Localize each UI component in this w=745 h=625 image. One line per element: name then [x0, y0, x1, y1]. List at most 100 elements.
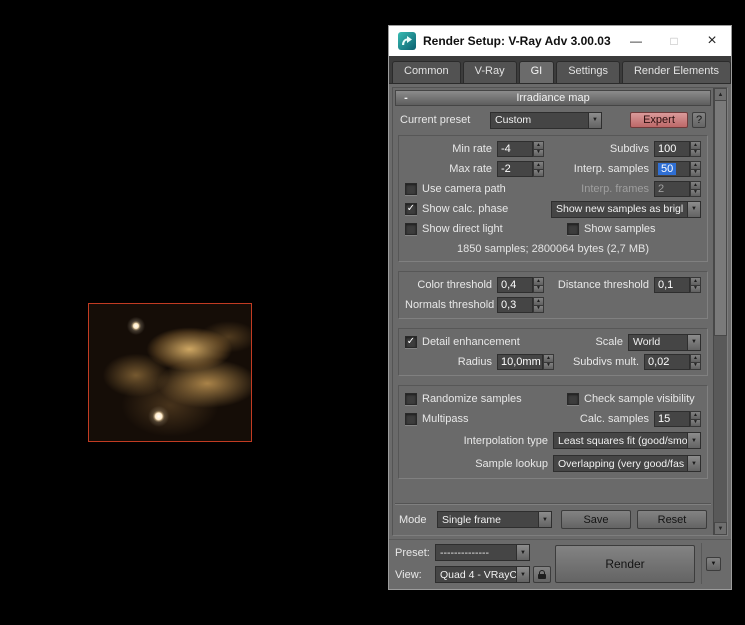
distance-threshold-spinner[interactable]: ▲▼ — [690, 277, 701, 293]
tab-settings[interactable]: Settings — [556, 61, 620, 83]
tab-vray[interactable]: V-Ray — [463, 61, 517, 83]
spinner-down-icon[interactable]: ▼ — [690, 419, 701, 428]
minimize-button[interactable]: — — [617, 26, 655, 56]
view-row: View: Quad 4 - VRayC ▼ — [395, 566, 551, 584]
sample-lookup-row: Sample lookup Overlapping (very good/fas… — [402, 452, 704, 475]
subdivs-mult-spinner[interactable]: ▲▼ — [690, 354, 701, 370]
mode-label: Mode — [399, 514, 431, 526]
normals-threshold-row: Normals threshold 0,3▲▼ — [402, 295, 704, 315]
tab-bar: Common V-Ray GI Settings Render Elements — [389, 56, 731, 84]
reset-button[interactable]: Reset — [637, 510, 707, 529]
preset-dropdown[interactable]: -------------- ▼ — [435, 544, 530, 561]
tab-common[interactable]: Common — [392, 61, 461, 83]
scroll-thumb[interactable] — [714, 101, 727, 336]
dropdown-value: -------------- — [436, 547, 516, 559]
subdivs-spinner[interactable]: ▲▼ — [690, 141, 701, 157]
spinner-down-icon[interactable]: ▼ — [533, 149, 544, 158]
title-bar[interactable]: Render Setup: V-Ray Adv 3.00.03 — □ × — [389, 26, 731, 56]
normals-threshold-spinner[interactable]: ▲▼ — [533, 297, 544, 313]
subdivs-label: Subdivs — [544, 143, 654, 155]
scroll-down-button[interactable]: ▼ — [714, 522, 727, 535]
help-button[interactable]: ? — [692, 112, 706, 128]
check-sample-visibility-label: Check sample visibility — [579, 393, 695, 405]
interpolation-type-dropdown[interactable]: Least squares fit (good/smo ▼ — [553, 432, 701, 449]
radius-field[interactable]: 10,0mm▲▼ — [497, 354, 554, 370]
interp-samples-spinner[interactable]: ▲▼ — [690, 161, 701, 177]
subdivs-field[interactable]: 100▲▼ — [654, 141, 701, 157]
render-button[interactable]: Render — [555, 545, 695, 583]
show-direct-light-row: Show direct light Show samples — [402, 219, 704, 239]
normals-threshold-label: Normals threshold — [405, 299, 497, 311]
randomize-samples-checkbox[interactable] — [405, 393, 417, 405]
detail-enhancement-checkbox[interactable]: ✓ — [405, 336, 417, 348]
distance-threshold-field[interactable]: 0,1▲▼ — [654, 277, 701, 293]
check-sample-visibility-checkbox[interactable] — [567, 393, 579, 405]
show-samples-checkbox[interactable] — [567, 223, 579, 235]
color-threshold-spinner[interactable]: ▲▼ — [533, 277, 544, 293]
chevron-down-icon: ▼ — [687, 335, 700, 350]
render-flyout-button[interactable]: ▼ — [706, 557, 721, 571]
maximize-button[interactable]: □ — [655, 26, 693, 56]
color-threshold-field[interactable]: 0,4▲▼ — [497, 277, 544, 293]
interpolation-type-label: Interpolation type — [405, 435, 553, 447]
normals-threshold-field[interactable]: 0,3▲▼ — [497, 297, 544, 313]
interp-frames-label: Interp. frames — [506, 183, 654, 195]
spinner-down-icon[interactable]: ▼ — [690, 149, 701, 158]
scale-dropdown[interactable]: World ▼ — [628, 334, 701, 351]
save-button[interactable]: Save — [561, 510, 631, 529]
spinner-down-icon[interactable]: ▼ — [690, 285, 701, 294]
rollout-header[interactable]: - Irradiance map — [395, 90, 711, 106]
show-calc-phase-checkbox[interactable]: ✓ — [405, 203, 417, 215]
subdivs-mult-field[interactable]: 0,02▲▼ — [644, 354, 701, 370]
check-visibility-group: Check sample visibility — [567, 393, 701, 405]
tab-gi[interactable]: GI — [519, 61, 555, 83]
chevron-down-icon: ▼ — [687, 202, 700, 217]
spinner-down-icon[interactable]: ▼ — [533, 285, 544, 294]
chevron-down-icon: ▼ — [538, 512, 551, 527]
sample-lookup-dropdown[interactable]: Overlapping (very good/fas ▼ — [553, 455, 701, 472]
close-button[interactable]: × — [693, 26, 731, 56]
show-new-samples-dropdown[interactable]: Show new samples as brigl ▼ — [551, 201, 701, 218]
chevron-down-icon: ▼ — [588, 113, 601, 128]
interp-samples-label: Interp. samples — [544, 163, 654, 175]
current-preset-dropdown[interactable]: Custom ▼ — [490, 112, 602, 129]
show-direct-light-checkbox[interactable] — [405, 223, 417, 235]
spinner-down-icon[interactable]: ▼ — [690, 189, 701, 198]
scroll-track[interactable] — [714, 336, 727, 522]
mode-dropdown[interactable]: Single frame ▼ — [437, 511, 552, 528]
expert-button[interactable]: Expert — [630, 112, 688, 128]
render-bar: Preset: -------------- ▼ View: Quad 4 - … — [389, 539, 731, 589]
min-rate-spinner[interactable]: ▲▼ — [533, 141, 544, 157]
max-rate-field[interactable]: -2▲▼ — [497, 161, 544, 177]
interp-samples-field[interactable]: 50▲▼ — [654, 161, 701, 177]
subdivs-mult-label: Subdivs mult. — [554, 356, 644, 368]
scroll-up-button[interactable]: ▲ — [714, 88, 727, 101]
dropdown-value: Custom — [491, 114, 588, 126]
radius-spinner[interactable]: ▲▼ — [543, 354, 554, 370]
use-camera-path-checkbox[interactable] — [405, 183, 417, 195]
collapse-icon[interactable]: - — [400, 91, 412, 105]
min-rate-label: Min rate — [405, 143, 497, 155]
color-threshold-row: Color threshold 0,4▲▼ Distance threshold… — [402, 275, 704, 295]
color-threshold-label: Color threshold — [405, 279, 497, 291]
min-rate-field[interactable]: -4▲▼ — [497, 141, 544, 157]
scrollbar[interactable]: ▲ ▼ — [713, 88, 727, 535]
interp-frames-field[interactable]: 2▲▼ — [654, 181, 701, 197]
lock-viewport-button[interactable] — [533, 566, 551, 583]
dropdown-value: World — [629, 336, 687, 348]
interp-frames-spinner[interactable]: ▲▼ — [690, 181, 701, 197]
spinner-down-icon[interactable]: ▼ — [533, 305, 544, 314]
tab-render-elements[interactable]: Render Elements — [622, 61, 731, 83]
chevron-down-icon: ▼ — [687, 456, 700, 471]
max-rate-spinner[interactable]: ▲▼ — [533, 161, 544, 177]
spinner-down-icon[interactable]: ▼ — [533, 169, 544, 178]
calc-samples-field[interactable]: 15▲▼ — [654, 411, 701, 427]
spinner-down-icon[interactable]: ▼ — [543, 362, 554, 371]
spinner-down-icon[interactable]: ▼ — [690, 362, 701, 371]
render-preview-image — [88, 303, 252, 442]
multipass-checkbox[interactable] — [405, 413, 417, 425]
dropdown-value: Overlapping (very good/fas — [554, 458, 687, 470]
viewport-dropdown[interactable]: Quad 4 - VRayC ▼ — [435, 566, 530, 583]
spinner-down-icon[interactable]: ▼ — [690, 169, 701, 178]
calc-samples-spinner[interactable]: ▲▼ — [690, 411, 701, 427]
